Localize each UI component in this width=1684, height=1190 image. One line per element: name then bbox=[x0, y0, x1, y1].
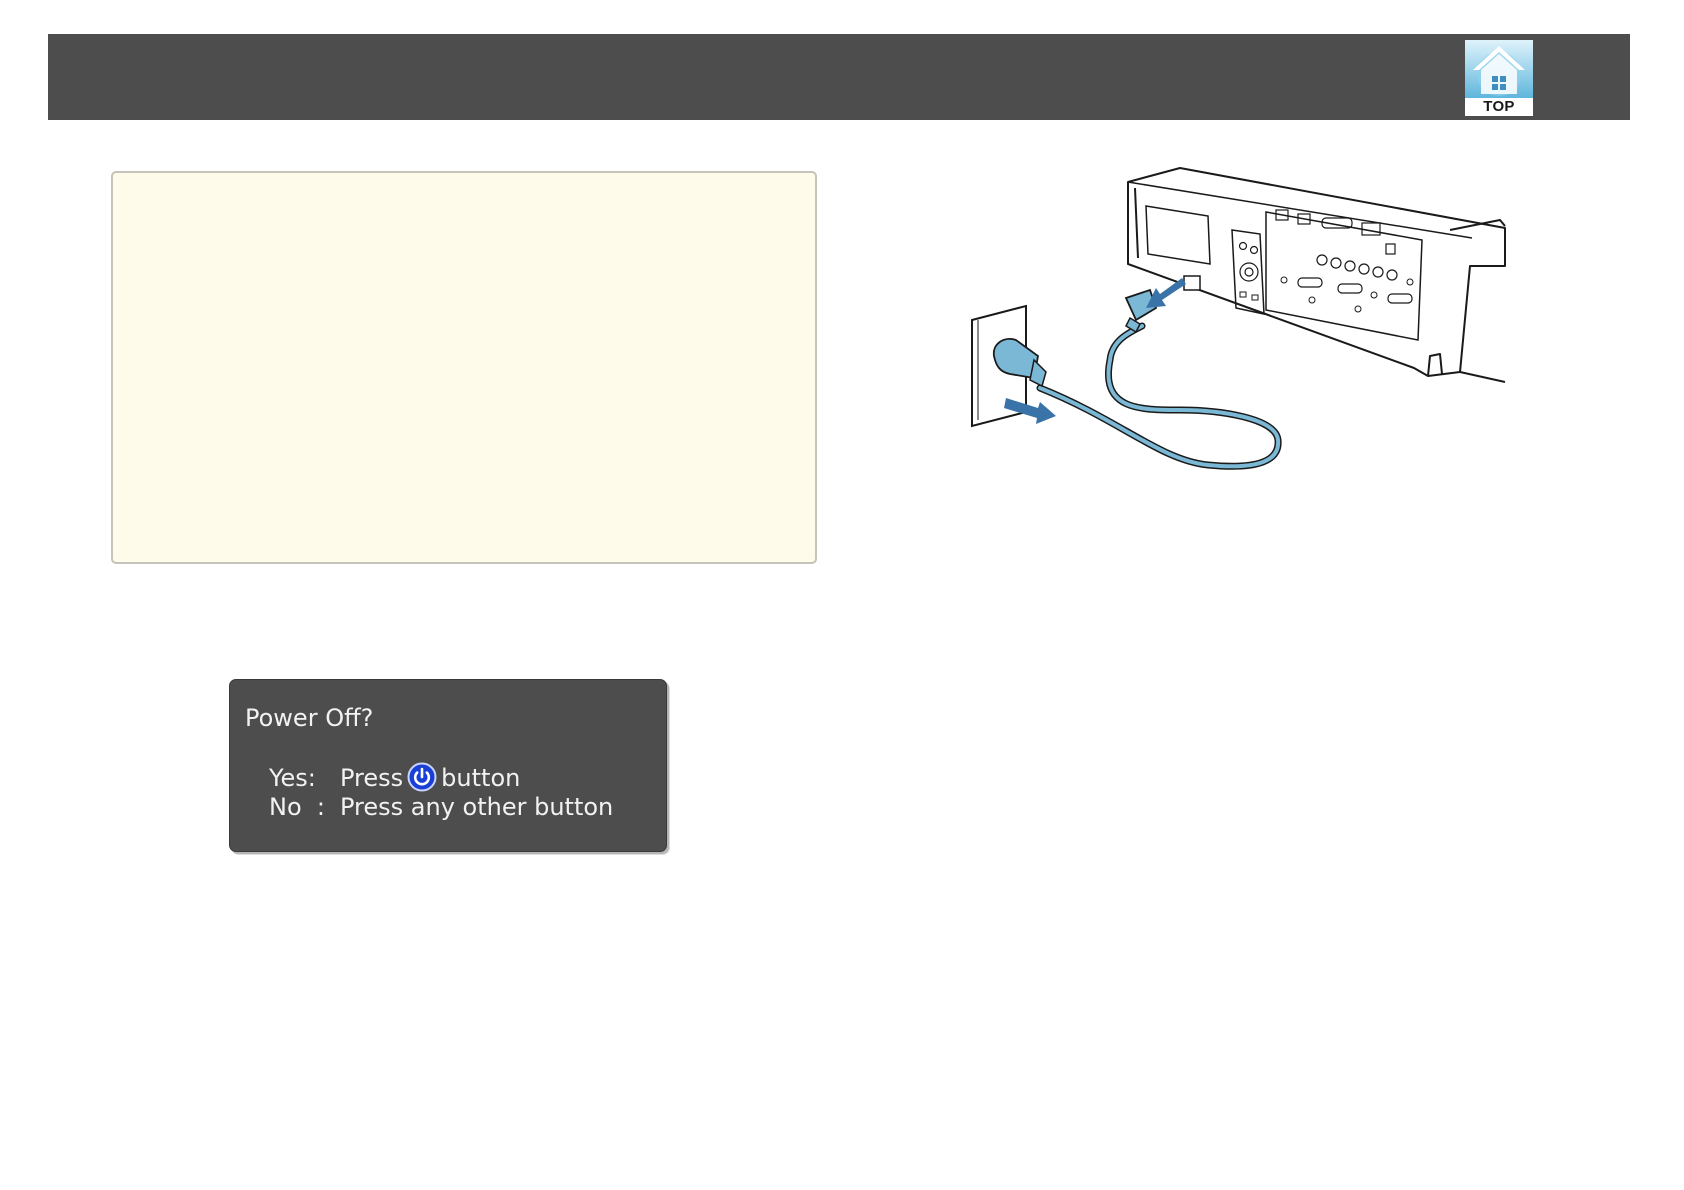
top-label: TOP bbox=[1483, 98, 1515, 115]
no-label: No : bbox=[269, 793, 325, 821]
dialog-yes-row: Yes: Press button bbox=[269, 762, 520, 792]
note-box bbox=[111, 171, 817, 564]
manual-page: TOP Power Off? Yes: Press button No : Press… bbox=[0, 0, 1684, 1190]
ac-inlet bbox=[1183, 275, 1201, 291]
yes-label: Yes: bbox=[269, 764, 316, 792]
home-icon bbox=[1465, 40, 1533, 98]
no-text: Press any other button bbox=[340, 793, 614, 821]
power-cord-illustration bbox=[971, 167, 1506, 470]
top-button[interactable]: TOP bbox=[1465, 40, 1533, 116]
power-off-dialog: Power Off? Yes: Press button No : Press any… bbox=[229, 679, 667, 852]
dialog-no-row: No : Press any other button bbox=[269, 792, 613, 822]
unplug-arrow-projector bbox=[1146, 278, 1186, 308]
dialog-title: Power Off? bbox=[245, 704, 374, 732]
yes-prefix: Press bbox=[340, 764, 404, 792]
yes-suffix: button bbox=[441, 764, 521, 792]
projector-body bbox=[1127, 167, 1506, 383]
header-bar bbox=[48, 34, 1630, 120]
